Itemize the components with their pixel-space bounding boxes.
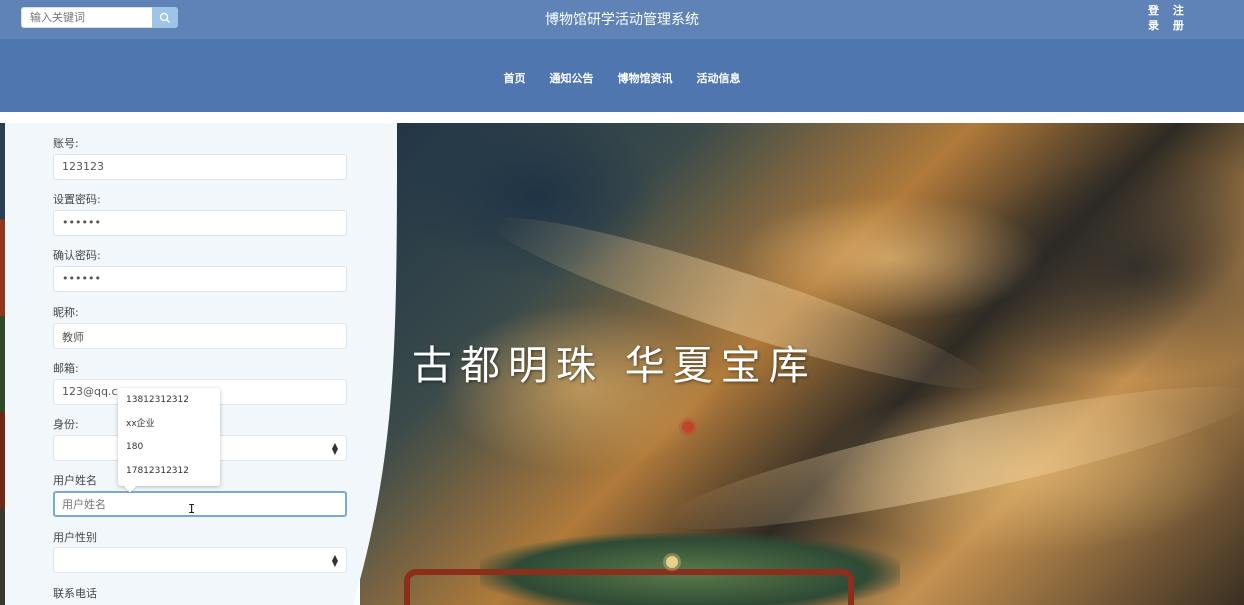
hero-banner: 古都明珠 华夏宝库: [360, 123, 1244, 605]
username-field[interactable]: [53, 491, 347, 517]
password-field[interactable]: ••••••: [53, 210, 347, 236]
hero-frame: [404, 569, 854, 605]
confirm-password-field[interactable]: ••••••: [53, 266, 347, 292]
map-marker-icon: [682, 421, 694, 433]
auth-line-top[interactable]: 登 注: [1148, 3, 1189, 18]
phone-label: 联系电话: [53, 587, 97, 600]
nav-home[interactable]: 首页: [504, 70, 526, 86]
email-label: 邮箱:: [53, 362, 79, 375]
account-field[interactable]: 123123: [53, 154, 347, 180]
nav-activities[interactable]: 活动信息: [697, 70, 741, 86]
password-label: 设置密码:: [53, 193, 101, 206]
auth-links: 登 注 录 册: [1148, 3, 1189, 33]
username-label: 用户姓名: [53, 474, 97, 487]
map-marker-icon: [666, 556, 678, 568]
sort-arrows-icon: ▲ ▼: [331, 441, 338, 456]
text-cursor-icon: I: [188, 502, 196, 516]
main-nav: 首页 通知公告 博物馆资讯 活动信息: [0, 70, 1244, 86]
autocomplete-option[interactable]: 13812312312: [118, 388, 220, 412]
autocomplete-option[interactable]: xx企业: [118, 412, 220, 436]
main-nav-bar: 首页 通知公告 博物馆资讯 活动信息: [0, 39, 1244, 112]
autocomplete-option[interactable]: 180: [118, 435, 220, 459]
nickname-field[interactable]: 教师: [53, 323, 347, 349]
hero-slogan: 古都明珠 华夏宝库: [412, 343, 817, 389]
nav-museum-news[interactable]: 博物馆资讯: [618, 70, 673, 86]
site-title: 博物馆研学活动管理系统: [545, 12, 699, 28]
background-edge: [0, 123, 5, 605]
autocomplete-option[interactable]: 17812312312: [118, 459, 220, 483]
sort-arrows-icon: ▲ ▼: [331, 553, 338, 568]
nickname-label: 昵称:: [53, 306, 79, 319]
account-label: 账号:: [53, 137, 79, 150]
confirm-password-label: 确认密码:: [53, 249, 101, 262]
gender-select[interactable]: ▲ ▼: [53, 547, 347, 573]
top-bar: 博物馆研学活动管理系统 登 注 录 册: [0, 0, 1244, 39]
identity-label: 身份:: [53, 418, 79, 431]
auth-line-bottom[interactable]: 录 册: [1148, 18, 1189, 33]
gender-label: 用户性别: [53, 531, 97, 544]
nav-notices[interactable]: 通知公告: [550, 70, 594, 86]
autocomplete-dropdown: 13812312312 xx企业 180 17812312312: [118, 388, 220, 493]
